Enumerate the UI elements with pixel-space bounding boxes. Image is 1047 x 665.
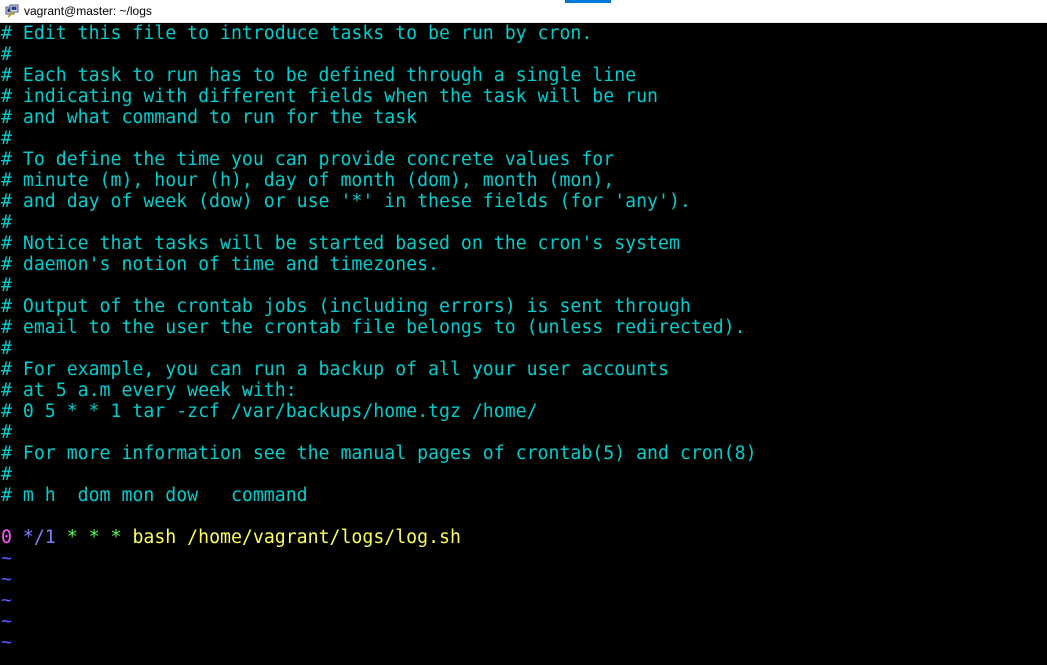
tilde-line: ~ — [1, 569, 12, 590]
cron-mon: * — [88, 527, 100, 548]
comment-line: # — [1, 128, 12, 149]
vim-editor[interactable]: # Edit this file to introduce tasks to b… — [0, 23, 1047, 665]
comment-line: # 0 5 * * 1 tar -zcf /var/backups/home.t… — [1, 401, 538, 422]
comment-line: # Edit this file to introduce tasks to b… — [1, 23, 593, 44]
cron-dow: * — [110, 527, 122, 548]
cron-minute: 0 — [1, 527, 12, 548]
title-bar-accent — [565, 0, 611, 3]
comment-line: # at 5 a.m every week with: — [1, 380, 297, 401]
cron-command: bash /home/vagrant/logs/log.sh — [132, 527, 461, 548]
comment-line: # indicating with different fields when … — [1, 86, 658, 107]
putty-icon[interactable] — [5, 4, 19, 18]
comment-line: # — [1, 275, 12, 296]
comment-line: # and day of week (dow) or use '*' in th… — [1, 191, 691, 212]
tilde-line: ~ — [1, 590, 12, 611]
comment-line: # To define the time you can provide con… — [1, 149, 615, 170]
tilde-line: ~ — [1, 611, 12, 632]
comment-line: # m h dom mon dow command — [1, 485, 308, 506]
cron-hour: */1 — [22, 527, 56, 548]
comment-line: # For example, you can run a backup of a… — [1, 359, 669, 380]
comment-line: # minute (m), hour (h), day of month (do… — [1, 170, 615, 191]
comment-block: # Edit this file to introduce tasks to b… — [1, 23, 1047, 506]
comment-line: # and what command to run for the task — [1, 107, 418, 128]
cron-entry-line[interactable]: 0 */1 * * * bash /home/vagrant/logs/log.… — [1, 527, 1047, 548]
comment-line: # — [1, 212, 12, 233]
terminal-window: vagrant@master: ~/logs # Edit this file … — [0, 0, 1047, 665]
title-bar[interactable]: vagrant@master: ~/logs — [0, 0, 1047, 23]
comment-line: # Notice that tasks will be started base… — [1, 233, 680, 254]
comment-line: # Output of the crontab jobs (including … — [1, 296, 691, 317]
comment-line: # — [1, 422, 12, 443]
comment-line: # Each task to run has to be defined thr… — [1, 65, 637, 86]
empty-buffer-lines: ~ ~ ~ ~ ~ — [1, 548, 1047, 653]
tilde-line: ~ — [1, 632, 12, 653]
comment-line: # — [1, 338, 12, 359]
comment-line: # For more information see the manual pa… — [1, 443, 757, 464]
tilde-line: ~ — [1, 548, 12, 569]
comment-line: # email to the user the crontab file bel… — [1, 317, 746, 338]
comment-line: # daemon's notion of time and timezones. — [1, 254, 439, 275]
window-title: vagrant@master: ~/logs — [24, 4, 152, 18]
comment-line: # — [1, 44, 12, 65]
comment-line: # — [1, 464, 12, 485]
cron-dom: * — [66, 527, 78, 548]
